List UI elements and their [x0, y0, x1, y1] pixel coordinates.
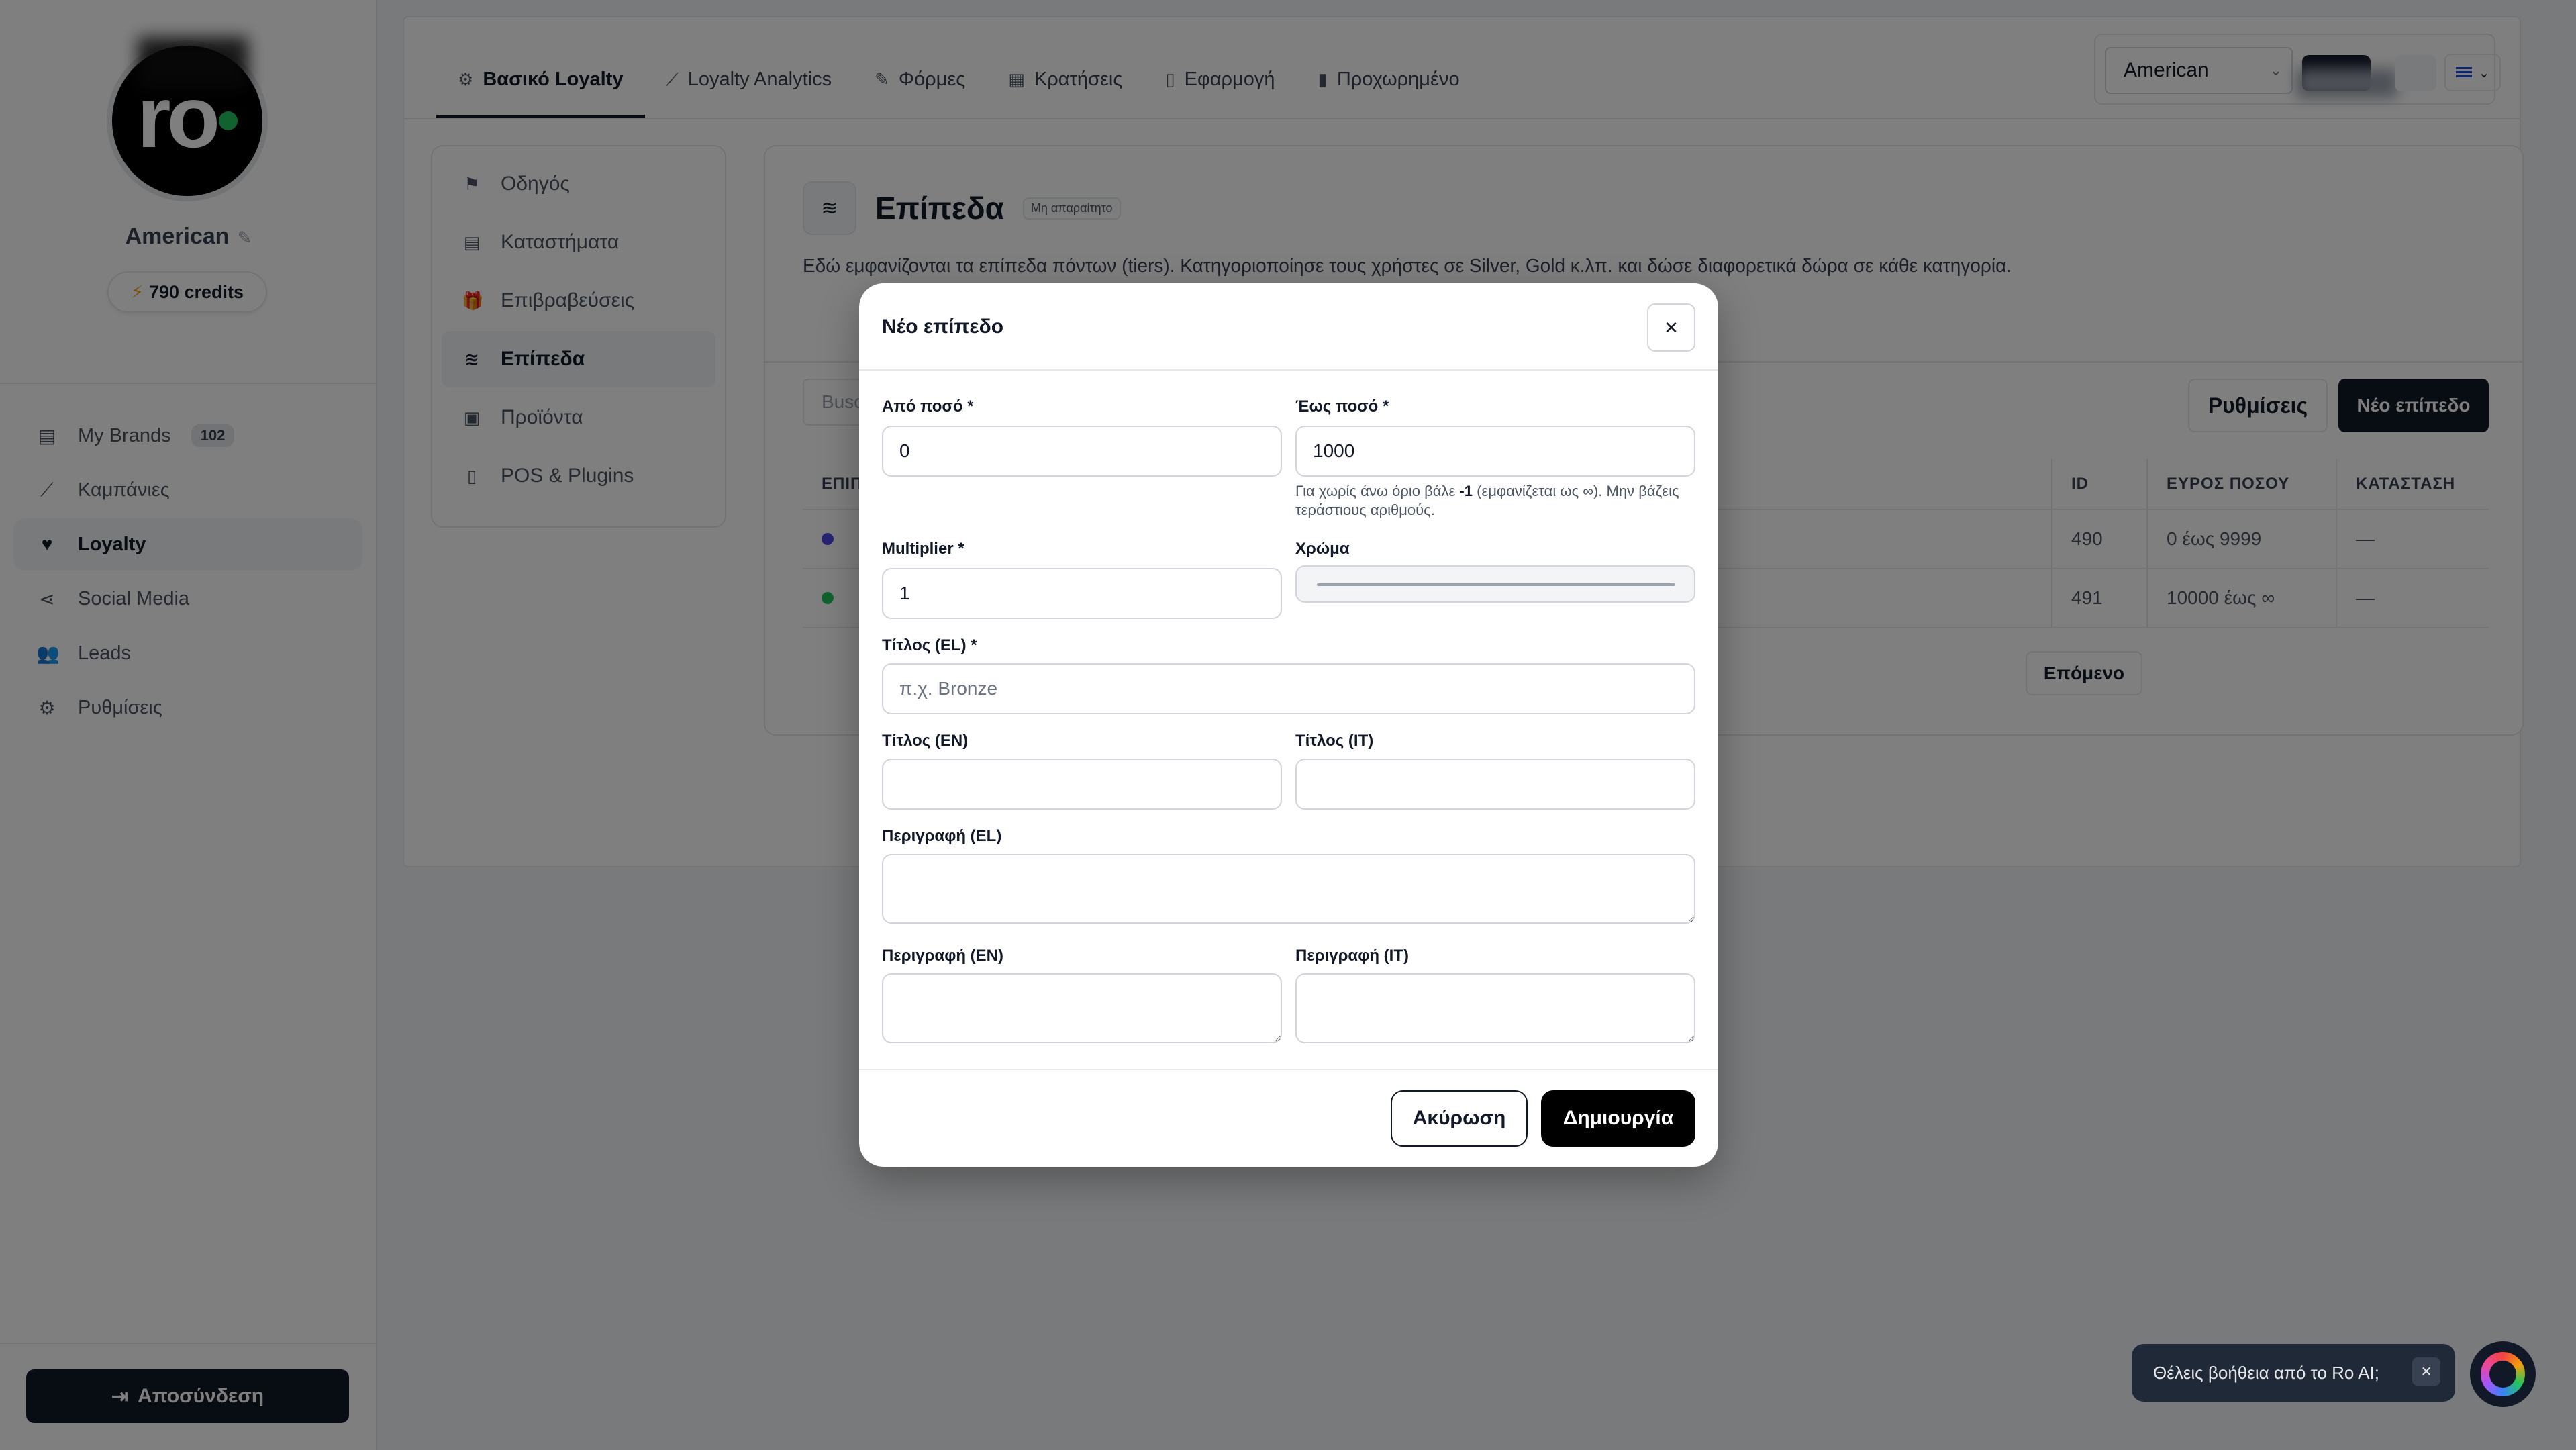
cancel-button[interactable]: Ακύρωση [1391, 1090, 1528, 1147]
hint-text-pre: Για χωρίς άνω όριο βάλε [1295, 483, 1460, 499]
new-tier-modal: Νέο επίπεδο ✕ Από ποσό * Έως ποσό * Για … [859, 283, 1718, 1167]
from-amount-label: Από ποσό * [882, 397, 974, 416]
ai-help-bubble[interactable]: Θέλεις βοήθεια από το Ro AI; ✕ [2132, 1344, 2455, 1402]
description-el-label: Περιγραφή (EL) [882, 827, 1002, 845]
color-label: Χρώμα [1295, 540, 1350, 558]
title-it-label: Τίτλος (IT) [1295, 732, 1374, 750]
color-swatch [1317, 583, 1675, 586]
hint-text-bold: -1 [1459, 483, 1473, 499]
to-amount-label: Έως ποσό * [1295, 397, 1389, 416]
title-en-label: Τίτλος (EN) [882, 732, 969, 750]
description-it-label: Περιγραφή (IT) [1295, 947, 1409, 965]
close-icon: ✕ [1664, 317, 1679, 338]
modal-title: Νέο επίπεδο [882, 316, 1004, 338]
title-el-input[interactable] [882, 663, 1695, 714]
modal-header: Νέο επίπεδο ✕ [859, 283, 1718, 371]
close-icon[interactable]: ✕ [2412, 1357, 2440, 1386]
create-button[interactable]: Δημιουργία [1541, 1090, 1695, 1147]
to-amount-input[interactable] [1295, 426, 1695, 477]
close-button[interactable]: ✕ [1647, 303, 1695, 352]
ai-help-text: Θέλεις βοήθεια από το Ro AI; [2153, 1362, 2379, 1383]
from-amount-input[interactable] [882, 426, 1282, 477]
title-el-label: Τίτλος (EL) * [882, 636, 977, 655]
multiplier-label: Multiplier * [882, 540, 964, 558]
ai-orb-icon [2481, 1352, 2525, 1396]
description-en-textarea[interactable] [882, 973, 1282, 1043]
description-el-textarea[interactable] [882, 854, 1695, 924]
color-picker[interactable] [1295, 565, 1695, 603]
ai-orb-center [2489, 1361, 2516, 1388]
to-amount-hint: Για χωρίς άνω όριο βάλε -1 (εμφανίζεται … [1295, 482, 1698, 520]
description-en-label: Περιγραφή (EN) [882, 947, 1004, 965]
title-en-input[interactable] [882, 759, 1282, 810]
title-it-input[interactable] [1295, 759, 1695, 810]
multiplier-input[interactable] [882, 568, 1282, 619]
description-it-textarea[interactable] [1295, 973, 1695, 1043]
ai-assistant-button[interactable] [2470, 1341, 2536, 1407]
modal-footer-divider [859, 1069, 1718, 1070]
